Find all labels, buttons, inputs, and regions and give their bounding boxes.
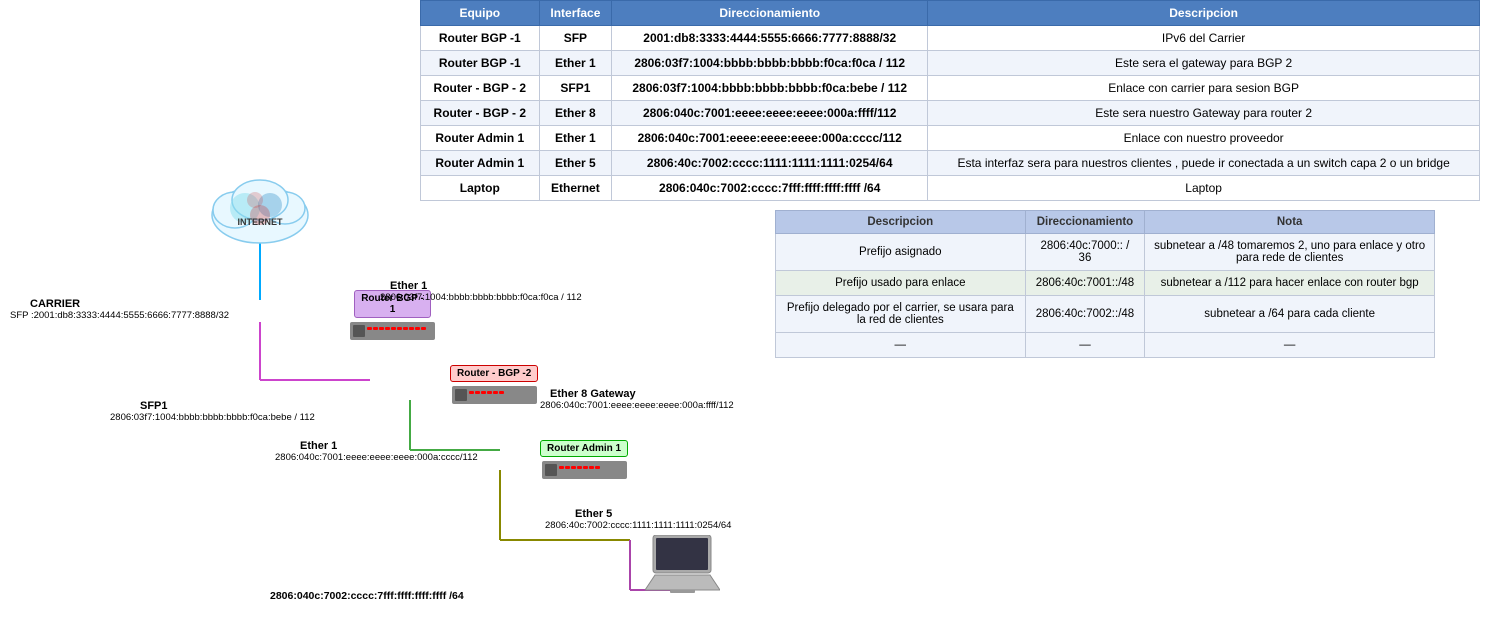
table-row: Router - BGP - 2SFP12806:03f7:1004:bbbb:… — [421, 76, 1480, 101]
col2-header-dir: Direccionamiento — [1025, 211, 1145, 234]
cell2-dir: 2806:40c:7000:: / 36 — [1025, 234, 1145, 271]
cell2-dir: 2806:40c:7001::/48 — [1025, 271, 1145, 296]
col-header-direccionamiento: Direccionamiento — [612, 1, 928, 26]
cell-descripcion: Enlace con nuestro proveedor — [928, 126, 1480, 151]
cell-descripcion: Laptop — [928, 176, 1480, 201]
laptop-addr: 2806:040c:7002:cccc:7fff:ffff:ffff:ffff … — [270, 590, 464, 602]
col2-header-nota: Nota — [1145, 211, 1435, 234]
internet-cloud: INTERNET — [205, 170, 315, 250]
cell-equipo: Router BGP -1 — [421, 51, 540, 76]
cell-equipo: Router - BGP - 2 — [421, 76, 540, 101]
cell-direccionamiento: 2806:03f7:1004:bbbb:bbbb:bbbb:f0ca:f0ca … — [612, 51, 928, 76]
second-table: Descripcion Direccionamiento Nota Prefij… — [775, 210, 1435, 358]
cell2-nota: subnetear a /64 para cada cliente — [1145, 296, 1435, 333]
bgp2-ether8-addr: 2806:040c:7001:eeee:eeee:eeee:000a:ffff/… — [540, 400, 734, 411]
bgp2-ether8-label: Ether 8 Gateway — [550, 388, 636, 400]
col-header-descripcion: Descripcion — [928, 1, 1480, 26]
cell2-nota: — — [1145, 333, 1435, 358]
bgp2-sfp1-label: SFP1 — [140, 400, 168, 412]
cell-equipo: Router - BGP - 2 — [421, 101, 540, 126]
cell-descripcion: Enlace con carrier para sesion BGP — [928, 76, 1480, 101]
cell2-dir: 2806:40c:7002::/48 — [1025, 296, 1145, 333]
cell2-desc: — — [776, 333, 1026, 358]
laptop — [645, 535, 720, 600]
admin1-ether1-addr: 2806:040c:7001:eeee:eeee:eeee:000a:cccc/… — [275, 452, 478, 463]
cell-direccionamiento: 2001:db8:3333:4444:5555:6666:7777:8888/3… — [612, 26, 928, 51]
cell-direccionamiento: 2806:040c:7001:eeee:eeee:eeee:000a:ffff/… — [612, 101, 928, 126]
cell-interface: Ether 1 — [539, 51, 612, 76]
table-row: Router BGP -1SFP2001:db8:3333:4444:5555:… — [421, 26, 1480, 51]
network-diagram: INTERNET CARRIER SFP :2001:db8:3333:4444… — [0, 140, 760, 620]
carrier-label: CARRIER — [30, 298, 80, 310]
cell-direccionamiento: 2806:03f7:1004:bbbb:bbbb:bbbb:f0ca:bebe … — [612, 76, 928, 101]
router-bgp2-label: Router - BGP -2 — [450, 365, 538, 382]
cell-equipo: Router BGP -1 — [421, 26, 540, 51]
svg-text:INTERNET: INTERNET — [238, 217, 284, 227]
bgp1-ether1-addr: 2806:03f7:1004:bbbb:bbbb:bbbb:f0ca:f0ca … — [380, 292, 582, 303]
router-bgp2: Router - BGP -2 — [450, 365, 538, 406]
cell2-desc: Prefijo asignado — [776, 234, 1026, 271]
cell-descripcion: Esta interfaz sera para nuestros cliente… — [928, 151, 1480, 176]
cell2-dir: — — [1025, 333, 1145, 358]
table-row: Prefijo delegado por el carrier, se usar… — [776, 296, 1435, 333]
col-header-equipo: Equipo — [421, 1, 540, 26]
table-row: Prefijo usado para enlace2806:40c:7001::… — [776, 271, 1435, 296]
cell2-nota: subnetear a /112 para hacer enlace con r… — [1145, 271, 1435, 296]
bgp1-ether1-label: Ether 1 — [390, 280, 427, 292]
col-header-interface: Interface — [539, 1, 612, 26]
cell-descripcion: Este sera el gateway para BGP 2 — [928, 51, 1480, 76]
cell2-nota: subnetear a /48 tomaremos 2, uno para en… — [1145, 234, 1435, 271]
admin1-ether5-label: Ether 5 — [575, 508, 612, 520]
cell-descripcion: Este sera nuestro Gateway para router 2 — [928, 101, 1480, 126]
bgp2-sfp1-addr: 2806:03f7:1004:bbbb:bbbb:bbbb:f0ca:bebe … — [110, 412, 315, 423]
router-admin1-label: Router Admin 1 — [540, 440, 628, 457]
admin1-ether1-label: Ether 1 — [300, 440, 337, 452]
table-row: Router - BGP - 2Ether 82806:040c:7001:ee… — [421, 101, 1480, 126]
cell-descripcion: IPv6 del Carrier — [928, 26, 1480, 51]
table-row: Router BGP -1Ether 12806:03f7:1004:bbbb:… — [421, 51, 1480, 76]
admin1-ether5-addr: 2806:40c:7002:cccc:1111:1111:1111:0254/6… — [545, 520, 731, 531]
carrier-sfp-addr: SFP :2001:db8:3333:4444:5555:6666:7777:8… — [10, 310, 229, 321]
col2-header-desc: Descripcion — [776, 211, 1026, 234]
cell-interface: SFP — [539, 26, 612, 51]
cell2-desc: Prefijo usado para enlace — [776, 271, 1026, 296]
cell-interface: Ether 8 — [539, 101, 612, 126]
cell2-desc: Prefijo delegado por el carrier, se usar… — [776, 296, 1026, 333]
table-row: Prefijo asignado2806:40c:7000:: / 36subn… — [776, 234, 1435, 271]
router-admin1: Router Admin 1 — [540, 440, 628, 481]
table-row: ——— — [776, 333, 1435, 358]
cell-interface: SFP1 — [539, 76, 612, 101]
